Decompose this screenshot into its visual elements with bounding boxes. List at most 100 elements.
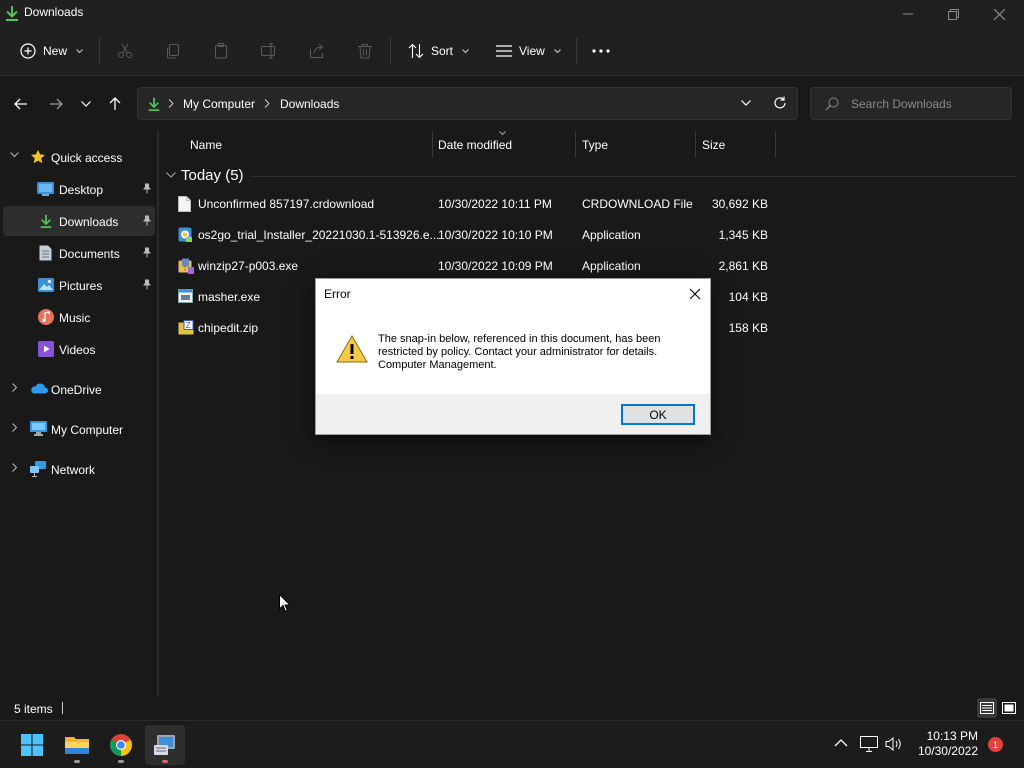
pin-icon[interactable] xyxy=(142,279,152,290)
divider xyxy=(576,38,577,64)
taskbar-file-explorer[interactable] xyxy=(57,725,97,765)
network-icon xyxy=(30,461,47,477)
sidebar-item-downloads[interactable]: Downloads xyxy=(3,206,155,236)
breadcrumb-downloads[interactable]: Downloads xyxy=(280,97,339,111)
sort-icon xyxy=(408,43,424,59)
sidebar-item-videos[interactable]: Videos xyxy=(3,334,155,364)
sidebar-item-label: Pictures xyxy=(59,279,103,293)
network-status-icon[interactable] xyxy=(860,736,878,752)
close-window-button[interactable] xyxy=(976,0,1022,28)
sidebar-item-desktop[interactable]: Desktop xyxy=(3,174,155,204)
running-indicator xyxy=(118,760,124,763)
address-bar[interactable]: My Computer Downloads xyxy=(137,87,798,120)
paste-button[interactable] xyxy=(213,36,229,66)
view-button[interactable]: View xyxy=(496,36,561,66)
share-button[interactable] xyxy=(309,36,325,66)
sort-button[interactable]: Sort xyxy=(408,36,469,66)
column-header-label: Date modified xyxy=(438,138,513,152)
chevron-right-icon[interactable] xyxy=(12,383,18,392)
pin-icon[interactable] xyxy=(142,215,152,226)
file-size: 1,345 KB xyxy=(718,228,768,242)
taskbar-clock[interactable]: 10:13 PM 10/30/2022 xyxy=(910,729,978,759)
taskbar-chrome[interactable] xyxy=(101,725,141,765)
file-type: Application xyxy=(582,228,641,242)
group-header-today[interactable]: Today (5) xyxy=(166,166,1016,188)
sidebar-item-label: Videos xyxy=(59,343,96,357)
details-view-button[interactable] xyxy=(977,698,997,718)
chevron-right-icon[interactable] xyxy=(12,423,18,432)
column-header-label: Size xyxy=(702,138,726,152)
sidebar-item-onedrive[interactable]: OneDrive xyxy=(3,374,155,404)
sidebar-item-label: My Computer xyxy=(51,423,124,437)
more-options-button[interactable] xyxy=(592,36,610,66)
window-title: Downloads xyxy=(24,5,84,19)
file-row[interactable]: os2go_trial_Installer_20221030.1-513926.… xyxy=(170,220,780,250)
pictures-icon xyxy=(38,278,54,292)
document-icon xyxy=(39,245,52,261)
chevron-down-icon[interactable] xyxy=(10,152,19,158)
dialog-close-button[interactable] xyxy=(686,285,704,303)
blank-file-icon xyxy=(178,196,191,212)
rename-button[interactable] xyxy=(261,36,277,66)
sidebar-item-music[interactable]: Music xyxy=(3,302,155,332)
notification-badge[interactable]: 1 xyxy=(988,737,1003,752)
search-placeholder: Search Downloads xyxy=(851,97,952,111)
file-name: chipedit.zip xyxy=(198,321,259,335)
column-divider[interactable] xyxy=(775,132,776,157)
copy-button[interactable] xyxy=(165,36,181,66)
running-indicator xyxy=(74,760,80,763)
up-button[interactable] xyxy=(103,92,127,116)
restore-button[interactable] xyxy=(930,0,976,28)
recent-locations-button[interactable] xyxy=(74,92,98,116)
chevron-right-icon[interactable] xyxy=(12,463,18,472)
file-size: 30,692 KB xyxy=(711,197,768,211)
pin-icon[interactable] xyxy=(142,183,152,194)
delete-button[interactable] xyxy=(357,36,373,66)
chevron-down-icon xyxy=(166,172,176,178)
refresh-icon[interactable] xyxy=(773,96,787,110)
sidebar-item-label: OneDrive xyxy=(51,383,102,397)
trash-icon xyxy=(357,43,373,59)
sort-label: Sort xyxy=(431,44,454,58)
breadcrumb-my-computer[interactable]: My Computer xyxy=(183,97,255,111)
dialog-footer: OK xyxy=(316,394,710,434)
column-header-type[interactable]: Type xyxy=(576,131,695,158)
ellipsis-icon xyxy=(592,49,610,53)
star-icon xyxy=(30,149,46,165)
application-icon xyxy=(178,289,193,303)
navigation-pane: Quick access Desktop Downloads Documents xyxy=(0,131,158,696)
sidebar-item-quick-access[interactable]: Quick access xyxy=(3,142,155,172)
column-header-name[interactable]: Name xyxy=(160,131,432,158)
taskbar-computer-management[interactable] xyxy=(145,725,185,765)
file-row[interactable]: winzip27-p003.exe 10/30/2022 10:09 PM Ap… xyxy=(170,251,780,281)
new-button[interactable]: New xyxy=(20,36,83,66)
minimize-button[interactable] xyxy=(885,0,931,28)
address-history-chevron-icon[interactable] xyxy=(741,100,751,106)
sidebar-item-network[interactable]: Network xyxy=(3,454,155,484)
taskbar: 10:13 PM 10/30/2022 1 xyxy=(0,720,1024,768)
chevron-down-icon xyxy=(553,48,561,54)
chevron-up-icon[interactable] xyxy=(834,738,848,747)
cut-button[interactable] xyxy=(117,36,133,66)
sidebar-item-my-computer[interactable]: My Computer xyxy=(3,414,155,444)
back-button[interactable] xyxy=(9,92,33,116)
column-header-size[interactable]: Size xyxy=(696,131,775,158)
search-input[interactable]: Search Downloads xyxy=(810,87,1012,120)
start-button[interactable] xyxy=(12,725,52,765)
file-row[interactable]: Unconfirmed 857197.crdownload 10/30/2022… xyxy=(170,189,780,219)
installer-icon xyxy=(178,227,193,243)
sidebar-item-documents[interactable]: Documents xyxy=(3,238,155,268)
command-bar: New Sort View xyxy=(0,28,1024,76)
pane-splitter[interactable] xyxy=(157,131,159,696)
divider xyxy=(390,38,391,64)
divider xyxy=(99,38,100,64)
sidebar-item-label: Network xyxy=(51,463,96,477)
tiles-view-button[interactable] xyxy=(999,698,1019,718)
chevron-down-icon xyxy=(462,48,469,54)
ok-button[interactable]: OK xyxy=(621,404,695,425)
column-header-date[interactable]: Date modified xyxy=(433,131,575,158)
volume-icon[interactable] xyxy=(885,736,903,752)
sidebar-item-pictures[interactable]: Pictures xyxy=(3,270,155,300)
pin-icon[interactable] xyxy=(142,247,152,258)
forward-button[interactable] xyxy=(44,92,68,116)
